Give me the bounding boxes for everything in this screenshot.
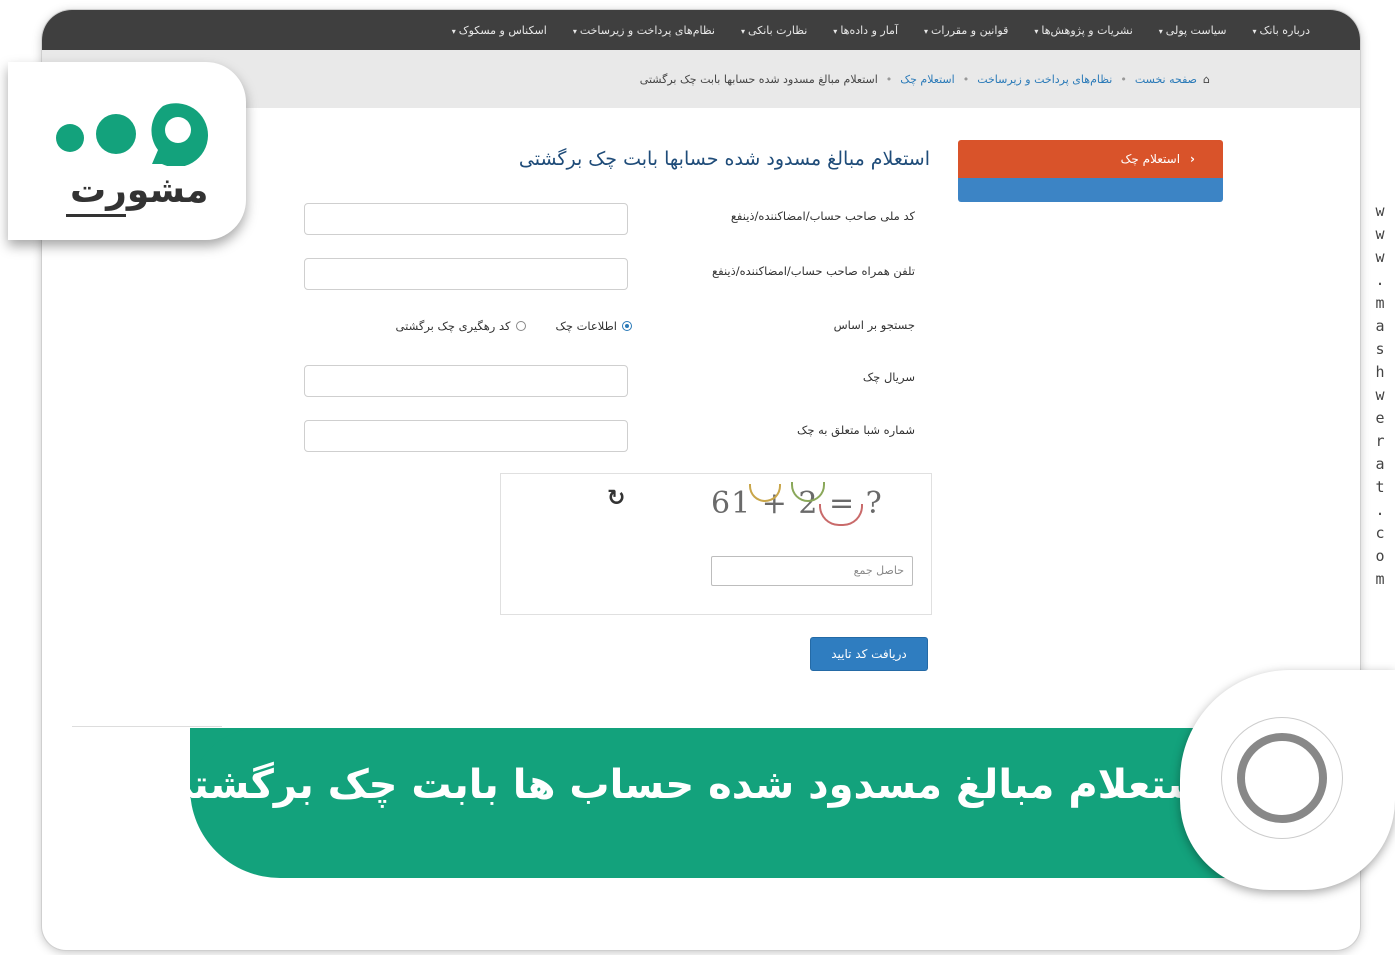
- nav-item-supervision[interactable]: نظارت بانکی▾: [741, 24, 807, 37]
- caret-down-icon: ▾: [1034, 26, 1039, 36]
- sidebar-item-label: استعلام چک: [1120, 152, 1181, 166]
- breadcrumb-check-inquiry[interactable]: استعلام چک: [900, 73, 954, 86]
- search-by-radio-group: اطلاعات چک کد رهگیری چک برگشتی: [362, 319, 632, 333]
- nav-item-laws[interactable]: قوانین و مقررات▾: [924, 24, 1008, 37]
- mobile-label: تلفن همراه صاحب حساب/امضاکننده/ذینفع: [712, 264, 915, 278]
- sidebar-submenu-bar: [958, 178, 1223, 202]
- radio-check-info[interactable]: [622, 321, 632, 331]
- breadcrumb-separator: •: [885, 72, 893, 86]
- sheba-label: شماره شبا متعلق به چک: [797, 423, 915, 437]
- watermark-char: o: [1375, 547, 1385, 565]
- brand-logo-text: مشورت: [70, 170, 209, 211]
- watermark-char: w: [1375, 248, 1385, 266]
- chevron-left-icon: ‹: [1190, 152, 1195, 166]
- nav-item-publications[interactable]: نشریات و پژوهش‌ها▾: [1034, 24, 1132, 37]
- brand-logo-icon: [56, 103, 209, 166]
- radio-tracking-code[interactable]: [515, 321, 526, 331]
- radio-tracking-code-label: کد رهگیری چک برگشتی: [395, 319, 511, 333]
- caret-down-icon: ▾: [924, 26, 929, 36]
- breadcrumb-separator: •: [962, 72, 970, 86]
- divider: [72, 726, 222, 727]
- brand-logo-card: مشورت: [8, 62, 246, 240]
- watermark-char: e: [1375, 409, 1385, 427]
- logo-underline: [66, 214, 126, 217]
- watermark-char: s: [1375, 340, 1385, 358]
- serial-label: سریال چک: [862, 370, 915, 384]
- get-confirmation-code-button[interactable]: دریافت کد تایید: [810, 637, 928, 671]
- caret-down-icon: ▾: [833, 26, 838, 36]
- watermark-char: a: [1375, 455, 1385, 473]
- watermark-char: m: [1375, 294, 1385, 312]
- caret-down-icon: ▾: [572, 26, 577, 36]
- caret-down-icon: ▾: [740, 26, 745, 36]
- radio-tracking-code-option[interactable]: کد رهگیری چک برگشتی: [396, 319, 526, 333]
- sheba-input[interactable]: [304, 420, 628, 452]
- radio-check-info-option[interactable]: اطلاعات چک: [556, 319, 632, 333]
- captcha-answer-input[interactable]: حاصل جمع: [711, 556, 913, 586]
- caret-down-icon: ▾: [1252, 26, 1257, 36]
- ring-icon: [1222, 718, 1342, 838]
- sidebar-menu: ‹ استعلام چک: [958, 140, 1223, 202]
- breadcrumb-home[interactable]: صفحه نخست: [1135, 73, 1197, 86]
- watermark-char: a: [1375, 317, 1385, 335]
- watermark-char: w: [1375, 225, 1385, 243]
- captcha-panel: 61 + 2 = ? ↻ حاصل جمع: [500, 473, 932, 615]
- captcha-noise: [819, 504, 863, 526]
- watermark-char: w: [1375, 386, 1385, 404]
- serial-input[interactable]: [304, 365, 628, 397]
- watermark-char: w: [1375, 202, 1385, 220]
- mobile-input[interactable]: [304, 258, 628, 290]
- site-watermark: www.mashwerat.com: [1370, 200, 1390, 591]
- brand-corner-badge: [1180, 670, 1395, 890]
- nav-item-statistics[interactable]: آمار و داده‌ها▾: [833, 24, 898, 37]
- watermark-char: c: [1375, 524, 1385, 542]
- national-id-label: کد ملی صاحب حساب/امضاکننده/ذینفع: [730, 209, 915, 223]
- watermark-char: h: [1375, 363, 1385, 381]
- watermark-char: t: [1375, 478, 1385, 496]
- watermark-char: .: [1375, 271, 1385, 289]
- caret-down-icon: ▾: [451, 26, 456, 36]
- nav-item-banknotes[interactable]: اسکناس و مسکوک▾: [452, 24, 547, 37]
- watermark-char: m: [1375, 570, 1385, 588]
- breadcrumb-current: استعلام مبالغ مسدود شده حسابها بابت چک ب…: [639, 72, 878, 86]
- sidebar-item-check-inquiry[interactable]: ‹ استعلام چک: [958, 140, 1223, 178]
- refresh-icon[interactable]: ↻: [607, 486, 625, 511]
- caret-down-icon: ▾: [1158, 26, 1163, 36]
- nav-item-payment-systems[interactable]: نظام‌های پرداخت و زیرساخت▾: [573, 24, 715, 37]
- nav-item-monetary-policy[interactable]: سیاست پولی▾: [1159, 24, 1227, 37]
- watermark-char: r: [1375, 432, 1385, 450]
- breadcrumb-separator: •: [1120, 72, 1127, 86]
- national-id-input[interactable]: [304, 203, 628, 235]
- breadcrumb-payment-systems[interactable]: نظام‌های پرداخت و زیرساخت: [977, 73, 1112, 86]
- top-navigation: درباره بانک▾ سیاست پولی▾ نشریات و پژوهش‌…: [42, 10, 1360, 50]
- page-title: استعلام مبالغ مسدود شده حسابها بابت چک ب…: [518, 148, 930, 170]
- banner-title: استعلام مبالغ مسدود شده حساب ها بابت چک …: [153, 762, 1220, 808]
- radio-check-info-label: اطلاعات چک: [555, 319, 617, 333]
- home-icon[interactable]: ⌂: [1203, 73, 1210, 86]
- search-by-label: جستجو بر اساس: [833, 318, 915, 332]
- watermark-char: .: [1375, 501, 1385, 519]
- nav-item-about[interactable]: درباره بانک▾: [1252, 24, 1310, 37]
